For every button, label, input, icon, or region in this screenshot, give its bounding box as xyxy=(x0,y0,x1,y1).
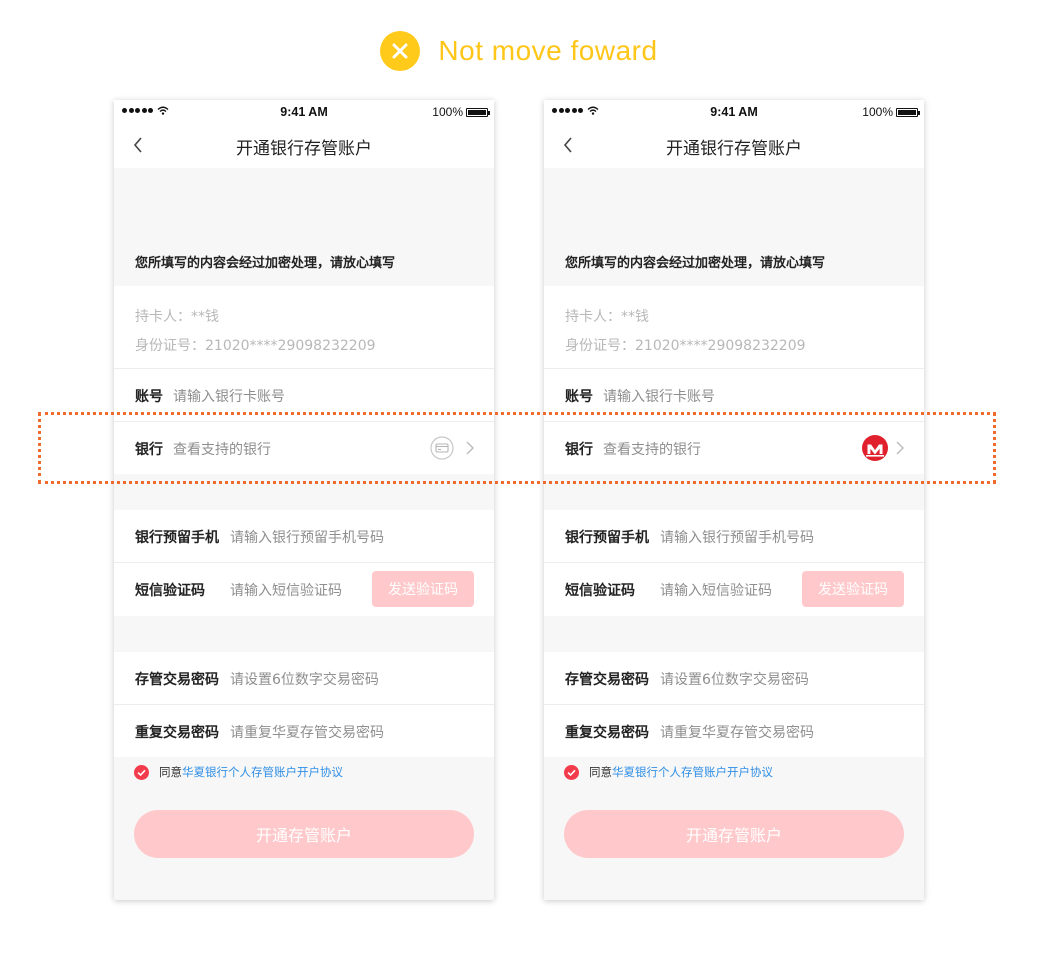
agreement: 同意 华夏银行个人存管账户开户协议 xyxy=(134,764,343,780)
sms-input[interactable]: 请输入短信验证码 xyxy=(230,580,342,600)
security-notice: 您所填写的内容会经过加密处理，请放心填写 xyxy=(565,256,826,271)
nav-title: 开通银行存管账户 xyxy=(236,139,372,159)
phone-row[interactable]: 银行预留手机 请输入银行预留手机号码 xyxy=(544,510,924,562)
phone-input[interactable]: 请输入银行预留手机号码 xyxy=(230,527,384,547)
bank-label: 银行 xyxy=(135,442,163,458)
nav-title: 开通银行存管账户 xyxy=(666,139,802,159)
battery-percent: 100% xyxy=(432,105,463,119)
send-code-button[interactable]: 发送验证码 xyxy=(372,571,474,607)
phone-screen-left: 9:41 AM 100% 开通银行存管账户 您所填写的内容会经过加密处理，请放心… xyxy=(114,100,494,900)
agreement-prefix: 同意 xyxy=(589,765,612,779)
bank-label: 银行 xyxy=(565,442,593,458)
nav-bar: 开通银行存管账户 xyxy=(114,124,494,168)
sms-label: 短信验证码 xyxy=(565,583,635,599)
phone-row[interactable]: 银行预留手机 请输入银行预留手机号码 xyxy=(114,510,494,562)
status-bar: 9:41 AM 100% xyxy=(544,100,924,124)
form-group-password: 存管交易密码 请设置6位数字交易密码 重复交易密码 请重复华夏存管交易密码 xyxy=(544,652,924,757)
sms-row[interactable]: 短信验证码 请输入短信验证码 发送验证码 xyxy=(544,563,924,615)
repeat-password-input[interactable]: 请重复华夏存管交易密码 xyxy=(230,722,384,742)
form-group-card: 持卡人：**钱 身份证号：21020****29098232209 账号 请输入… xyxy=(114,286,494,474)
header: Not move foward xyxy=(0,30,1038,72)
card-icon xyxy=(430,436,454,460)
trade-password-row[interactable]: 存管交易密码 请设置6位数字交易密码 xyxy=(544,652,924,704)
battery-percent: 100% xyxy=(862,105,893,119)
form-group-phone: 银行预留手机 请输入银行预留手机号码 短信验证码 请输入短信验证码 发送验证码 xyxy=(544,510,924,616)
agreement-link[interactable]: 华夏银行个人存管账户开户协议 xyxy=(612,764,773,780)
status-bar: 9:41 AM 100% xyxy=(114,100,494,124)
account-label: 账号 xyxy=(135,389,163,405)
sms-input[interactable]: 请输入短信验证码 xyxy=(660,580,772,600)
check-icon[interactable] xyxy=(134,764,149,780)
chevron-right-icon xyxy=(896,441,904,455)
id-number: 身份证号：21020****29098232209 xyxy=(135,338,376,354)
bank-select[interactable]: 查看支持的银行 xyxy=(173,439,271,459)
repeat-password-label: 重复交易密码 xyxy=(135,725,219,741)
account-input[interactable]: 请输入银行卡账号 xyxy=(603,386,715,406)
sms-label: 短信验证码 xyxy=(135,583,205,599)
account-row[interactable]: 账号 请输入银行卡账号 xyxy=(544,369,924,421)
repeat-password-input[interactable]: 请重复华夏存管交易密码 xyxy=(660,722,814,742)
agreement: 同意 华夏银行个人存管账户开户协议 xyxy=(564,764,773,780)
phone-input[interactable]: 请输入银行预留手机号码 xyxy=(660,527,814,547)
page-title: Not move foward xyxy=(438,35,658,66)
nav-bar: 开通银行存管账户 xyxy=(544,124,924,168)
form-group-password: 存管交易密码 请设置6位数字交易密码 重复交易密码 请重复华夏存管交易密码 xyxy=(114,652,494,757)
repeat-password-label: 重复交易密码 xyxy=(565,725,649,741)
close-icon xyxy=(380,31,421,71)
chevron-right-icon xyxy=(466,441,474,455)
sms-row[interactable]: 短信验证码 请输入短信验证码 发送验证码 xyxy=(114,563,494,615)
repeat-password-row[interactable]: 重复交易密码 请重复华夏存管交易密码 xyxy=(114,705,494,757)
bank-row[interactable]: 银行 查看支持的银行 xyxy=(114,422,494,474)
agreement-link[interactable]: 华夏银行个人存管账户开户协议 xyxy=(182,764,343,780)
battery-icon xyxy=(466,107,490,117)
trade-password-label: 存管交易密码 xyxy=(565,672,649,688)
trade-password-input[interactable]: 请设置6位数字交易密码 xyxy=(230,669,379,689)
cardholder-name: 持卡人：**钱 xyxy=(565,309,649,325)
phone-screen-right: 9:41 AM 100% 开通银行存管账户 您所填写的内容会经过加密处理，请放心… xyxy=(544,100,924,900)
bank-row[interactable]: 银行 查看支持的银行 xyxy=(544,422,924,474)
bank-logo-icon xyxy=(862,435,888,461)
phone-label: 银行预留手机 xyxy=(135,530,219,546)
repeat-password-row[interactable]: 重复交易密码 请重复华夏存管交易密码 xyxy=(544,705,924,757)
form-group-card: 持卡人：**钱 身份证号：21020****29098232209 账号 请输入… xyxy=(544,286,924,474)
security-notice: 您所填写的内容会经过加密处理，请放心填写 xyxy=(135,256,396,271)
open-account-button[interactable]: 开通存管账户 xyxy=(564,810,904,858)
open-account-button[interactable]: 开通存管账户 xyxy=(134,810,474,858)
trade-password-label: 存管交易密码 xyxy=(135,672,219,688)
bank-select[interactable]: 查看支持的银行 xyxy=(603,439,701,459)
trade-password-input[interactable]: 请设置6位数字交易密码 xyxy=(660,669,809,689)
account-input[interactable]: 请输入银行卡账号 xyxy=(173,386,285,406)
send-code-button[interactable]: 发送验证码 xyxy=(802,571,904,607)
account-label: 账号 xyxy=(565,389,593,405)
account-row[interactable]: 账号 请输入银行卡账号 xyxy=(114,369,494,421)
agreement-prefix: 同意 xyxy=(159,765,182,779)
form-group-phone: 银行预留手机 请输入银行预留手机号码 短信验证码 请输入短信验证码 发送验证码 xyxy=(114,510,494,616)
cardholder-name: 持卡人：**钱 xyxy=(135,309,219,325)
phone-label: 银行预留手机 xyxy=(565,530,649,546)
check-icon[interactable] xyxy=(564,764,579,780)
id-number: 身份证号：21020****29098232209 xyxy=(565,338,806,354)
trade-password-row[interactable]: 存管交易密码 请设置6位数字交易密码 xyxy=(114,652,494,704)
battery-icon xyxy=(896,107,920,117)
